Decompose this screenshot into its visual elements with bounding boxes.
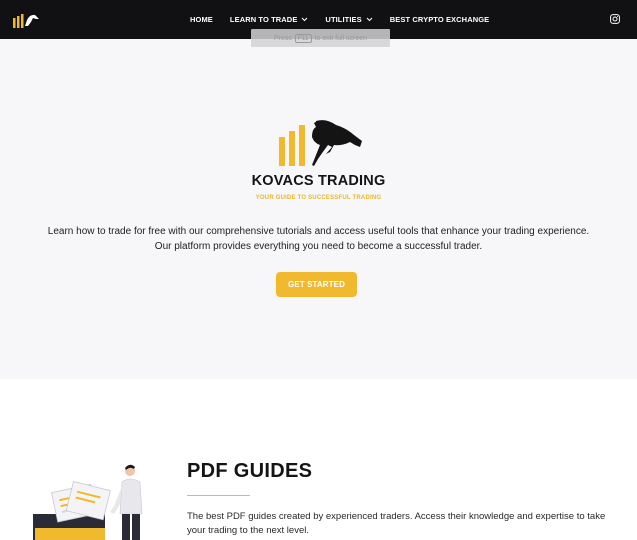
kovacs-logo-icon[interactable] (12, 10, 40, 30)
pdf-guides-title: PDF GUIDES (187, 460, 313, 482)
nav-item-home[interactable]: HOME (190, 15, 213, 24)
chevron-down-icon (366, 17, 373, 22)
section-divider (187, 495, 250, 496)
hero-description: Learn how to trade for free with our com… (0, 224, 637, 254)
nav-item-label: BEST CRYPTO EXCHANGE (389, 15, 490, 24)
kovacs-bull-logo-icon (279, 120, 362, 166)
pdf-guides-description: The best PDF guides created by experienc… (187, 511, 606, 536)
hero-section: KOVACS TRADING YOUR GUIDE TO SUCCESSFUL … (0, 39, 637, 379)
instagram-icon[interactable] (610, 14, 620, 24)
fullscreen-hint-prefix: Press (273, 34, 292, 42)
nav-item-utilities[interactable]: UTILITIES (325, 15, 373, 24)
nav-item-label: LEARN TO TRADE (229, 15, 298, 24)
hero-description-line: Learn how to trade for free with our com… (47, 226, 590, 237)
fullscreen-hint-key: F11 (294, 33, 312, 43)
fullscreen-exit-hint: Press F11 to exit full screen (251, 29, 390, 47)
brand-tagline: YOUR GUIDE TO SUCCESSFUL TRADING (255, 195, 382, 201)
brand-name: KOVACS TRADING (251, 173, 386, 189)
chevron-down-icon (302, 17, 308, 22)
nav-item-best-crypto-exchange[interactable]: BEST CRYPTO EXCHANGE (390, 15, 490, 24)
get-started-button[interactable]: GET STARTED (276, 272, 357, 297)
fullscreen-hint-suffix: to exit full screen (314, 34, 368, 42)
nav-item-label: UTILITIES (325, 15, 362, 24)
nav-item-learn-to-trade[interactable]: LEARN TO TRADE (230, 15, 309, 24)
pdf-guides-illustration (33, 464, 143, 540)
hero-description-line: Our platform provides everything you nee… (154, 241, 483, 252)
nav-item-label: HOME (190, 15, 213, 24)
